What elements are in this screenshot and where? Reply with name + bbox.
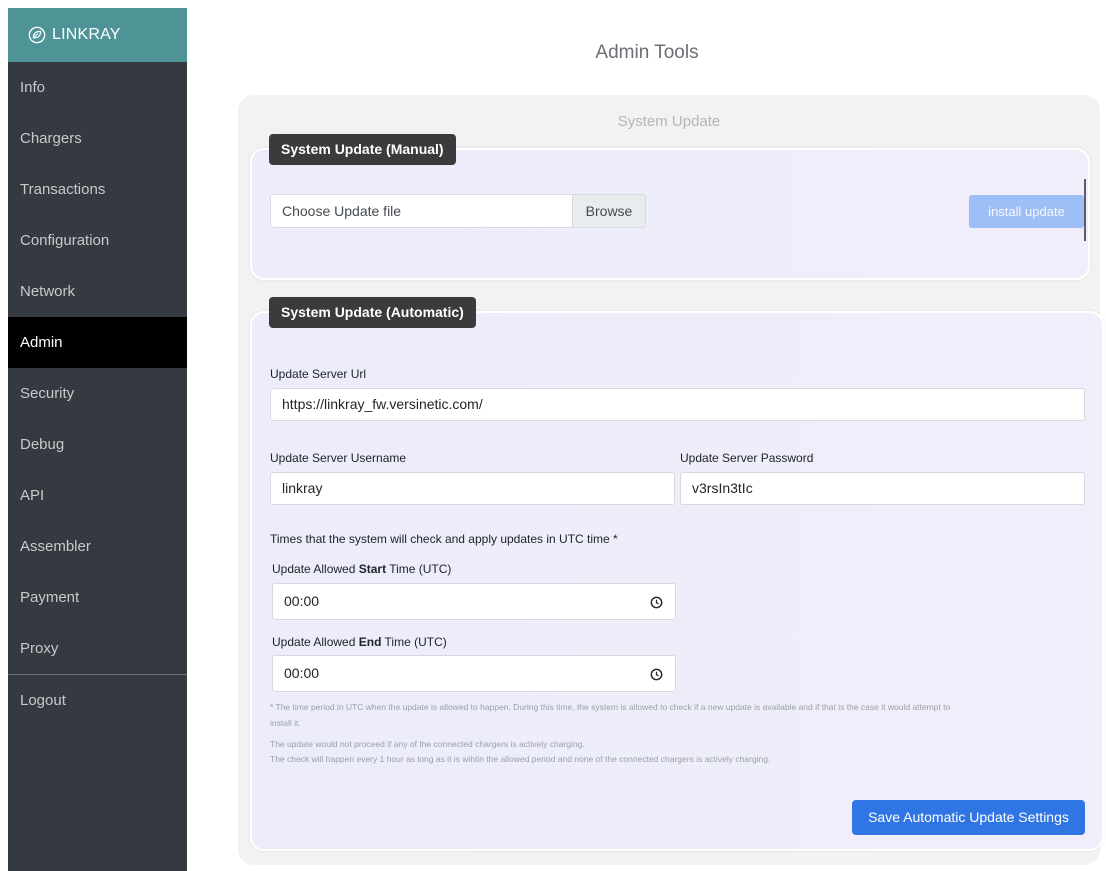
end-time-label-pre: Update Allowed bbox=[272, 635, 359, 649]
update-server-username-label: Update Server Username bbox=[270, 451, 407, 465]
clock-icon[interactable] bbox=[650, 668, 663, 681]
end-time-value: 00:00 bbox=[284, 665, 320, 681]
start-time-label-post: Time (UTC) bbox=[386, 562, 452, 576]
end-time-label: Update Allowed End Time (UTC) bbox=[272, 635, 447, 649]
sidebar-item-configuration[interactable]: Configuration bbox=[8, 215, 187, 266]
sidebar-item-info[interactable]: Info bbox=[8, 62, 187, 113]
start-time-input[interactable]: 00:00 bbox=[272, 583, 676, 620]
sidebar-item-payment[interactable]: Payment bbox=[8, 572, 187, 623]
brand-header[interactable]: LINKRAY bbox=[8, 8, 187, 62]
end-time-input[interactable]: 00:00 bbox=[272, 655, 676, 692]
browse-button[interactable]: Browse bbox=[572, 195, 645, 227]
update-server-password-input[interactable]: v3rsIn3tIc bbox=[680, 472, 1085, 505]
save-automatic-update-settings-button[interactable]: Save Automatic Update Settings bbox=[852, 800, 1085, 835]
clock-icon[interactable] bbox=[650, 596, 663, 609]
manual-update-badge: System Update (Manual) bbox=[269, 134, 456, 165]
update-note-line-1: * The time period in UTC when the update… bbox=[270, 702, 951, 712]
start-time-label: Update Allowed Start Time (UTC) bbox=[272, 562, 451, 576]
update-note-line-2: install it. bbox=[270, 718, 301, 728]
sidebar-item-proxy[interactable]: Proxy bbox=[8, 623, 187, 674]
sidebar-item-network[interactable]: Network bbox=[8, 266, 187, 317]
update-file-placeholder[interactable]: Choose Update file bbox=[271, 195, 572, 227]
sidebar-item-chargers[interactable]: Chargers bbox=[8, 113, 187, 164]
start-time-label-bold: Start bbox=[358, 562, 387, 576]
update-server-password-label: Update Server Password bbox=[680, 451, 814, 465]
sidebar-item-logout[interactable]: Logout bbox=[8, 675, 187, 726]
sidebar: LINKRAY Info Chargers Transactions Confi… bbox=[8, 8, 187, 871]
sidebar-item-security[interactable]: Security bbox=[8, 368, 187, 419]
start-time-label-pre: Update Allowed bbox=[272, 562, 359, 576]
start-time-value: 00:00 bbox=[284, 593, 320, 609]
system-update-title: System Update bbox=[617, 113, 721, 130]
update-file-input[interactable]: Choose Update file Browse bbox=[270, 194, 646, 228]
leaf-circle-icon bbox=[28, 26, 46, 44]
vertical-divider bbox=[1084, 179, 1086, 241]
update-times-intro: Times that the system will check and app… bbox=[270, 532, 618, 546]
sidebar-item-assembler[interactable]: Assembler bbox=[8, 521, 187, 572]
page-title: Admin Tools bbox=[595, 42, 699, 63]
update-note-line-3: The update would not proceed if any of t… bbox=[270, 739, 585, 749]
sidebar-item-debug[interactable]: Debug bbox=[8, 419, 187, 470]
update-server-url-label: Update Server Url bbox=[270, 367, 367, 381]
end-time-label-post: Time (UTC) bbox=[381, 635, 447, 649]
automatic-update-badge: System Update (Automatic) bbox=[269, 297, 476, 328]
sidebar-item-api[interactable]: API bbox=[8, 470, 187, 521]
update-note-line-4: The check will happen every 1 hour as lo… bbox=[270, 754, 771, 764]
install-update-button[interactable]: install update bbox=[969, 195, 1084, 228]
brand-name: LINKRAY bbox=[52, 26, 121, 43]
end-time-label-bold: End bbox=[358, 635, 382, 649]
sidebar-item-transactions[interactable]: Transactions bbox=[8, 164, 187, 215]
update-server-username-input[interactable]: linkray bbox=[270, 472, 675, 505]
sidebar-item-admin[interactable]: Admin bbox=[8, 317, 187, 368]
update-server-url-input[interactable]: https://linkray_fw.versinetic.com/ bbox=[270, 388, 1085, 421]
